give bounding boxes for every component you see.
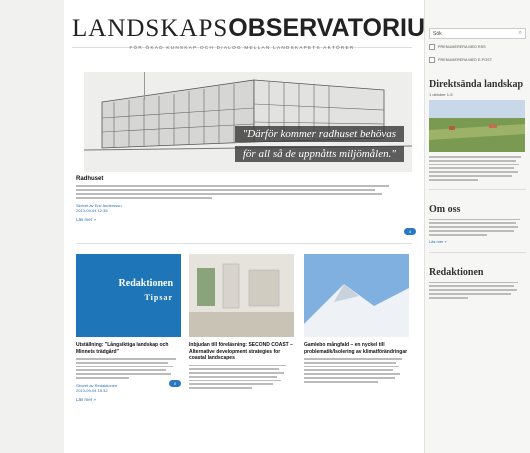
checkbox-box — [429, 44, 435, 50]
article-card: Gamlebo mångfald – en nyckel till proble… — [304, 254, 409, 385]
checkbox-label: PRENUMERERA MED RSS — [438, 45, 486, 49]
sidebar-divider — [429, 188, 526, 190]
about-text — [429, 218, 526, 236]
logo-light: LANDSKAPS — [72, 15, 229, 42]
about-read-more[interactable]: Läs mer » — [429, 239, 526, 244]
direct-landscape-heading: Direktsända landskap — [429, 79, 524, 90]
lead-article-excerpt — [76, 185, 416, 199]
direct-landscape-text — [429, 156, 526, 181]
card-excerpt — [76, 358, 181, 379]
landscape-webcam-image[interactable] — [429, 100, 525, 152]
card-thumbnail[interactable]: Redaktionen Tipsar — [76, 254, 181, 337]
sidebar-divider — [429, 251, 526, 253]
card-thumbnail[interactable] — [304, 254, 409, 337]
lead-comment-badge[interactable]: 4 — [404, 228, 416, 235]
card-comment-badge[interactable]: 0 — [169, 380, 181, 387]
checkbox-label: PRENUMERERA MED E-POST — [438, 58, 493, 62]
thumbnail-title: Redaktionen — [118, 278, 173, 289]
masthead: LANDSKAPSOBSERVATORIUM FÖR ÖKAD KUNSKAP … — [72, 0, 446, 50]
editorial-text — [429, 281, 526, 299]
lead-article-date: 2013-09-04 12:35 — [76, 208, 108, 213]
thumbnail-subtitle: Tipsar — [144, 293, 173, 302]
sidebar: Sök ⌕ PRENUMERERA MED RSS PRENUMERERA ME… — [424, 0, 530, 453]
card-date: 2013-09-04 15:32 — [76, 387, 108, 393]
subscribe-email-checkbox[interactable]: PRENUMERERA MED E-POST — [429, 56, 526, 65]
landscape-photo — [429, 100, 525, 152]
lead-article-read-more[interactable]: Läs mer » — [76, 217, 416, 222]
editorial-heading: Redaktionen — [429, 266, 484, 278]
card-title[interactable]: Inbjudan till föreläsning: SECOND COAST … — [189, 342, 294, 362]
card-thumbnail[interactable] — [189, 254, 294, 337]
card-excerpt — [189, 364, 294, 390]
card-excerpt — [304, 358, 409, 383]
site-tagline: FÖR ÖKAD KUNSKAP OCH DIALOG MELLAN LANDS… — [129, 45, 355, 50]
site-logo[interactable]: LANDSKAPSOBSERVATORIUM — [72, 0, 446, 43]
search-icon[interactable]: ⌕ — [519, 30, 522, 37]
search-value: Sök — [433, 31, 442, 37]
gallery-photo — [189, 254, 294, 337]
lead-article: Radhuset Skrivet av Eric Andersson 2013-… — [76, 176, 416, 235]
logo-bold: OBSERVATORIUM — [228, 14, 446, 42]
main-column: LANDSKAPSOBSERVATORIUM FÖR ÖKAD KUNSKAP … — [64, 0, 446, 453]
checkbox-box — [429, 57, 435, 63]
card-title[interactable]: Gamlebo mångfald – en nyckel till proble… — [304, 342, 409, 355]
hero-quote-line-2: för all så de uppnåtts miljömålen." — [234, 146, 404, 162]
direct-landscape-subtitle: 1 oktober 1-5 — [429, 92, 453, 97]
article-card: Inbjudan till föreläsning: SECOND COAST … — [189, 254, 294, 391]
section-divider — [76, 243, 412, 244]
mountain-photo — [304, 254, 409, 337]
about-heading: Om oss — [429, 203, 461, 215]
article-card: Redaktionen Tipsar Utställning: "Långsik… — [76, 254, 181, 402]
page: LANDSKAPSOBSERVATORIUM FÖR ÖKAD KUNSKAP … — [64, 0, 530, 453]
card-title[interactable]: Utställning: "Långsiktiga landskap och M… — [76, 342, 181, 355]
lead-article-title[interactable]: Radhuset — [76, 176, 416, 182]
hero-quote-line-1: "Därför kommer radhuset behövas — [234, 126, 404, 142]
subscribe-rss-checkbox[interactable]: PRENUMERERA MED RSS — [429, 43, 526, 52]
search-input[interactable]: Sök ⌕ — [429, 28, 526, 39]
hero-image[interactable]: "Därför kommer radhuset behövas för all … — [84, 72, 412, 172]
card-read-more[interactable]: Läs mer » — [76, 397, 181, 402]
